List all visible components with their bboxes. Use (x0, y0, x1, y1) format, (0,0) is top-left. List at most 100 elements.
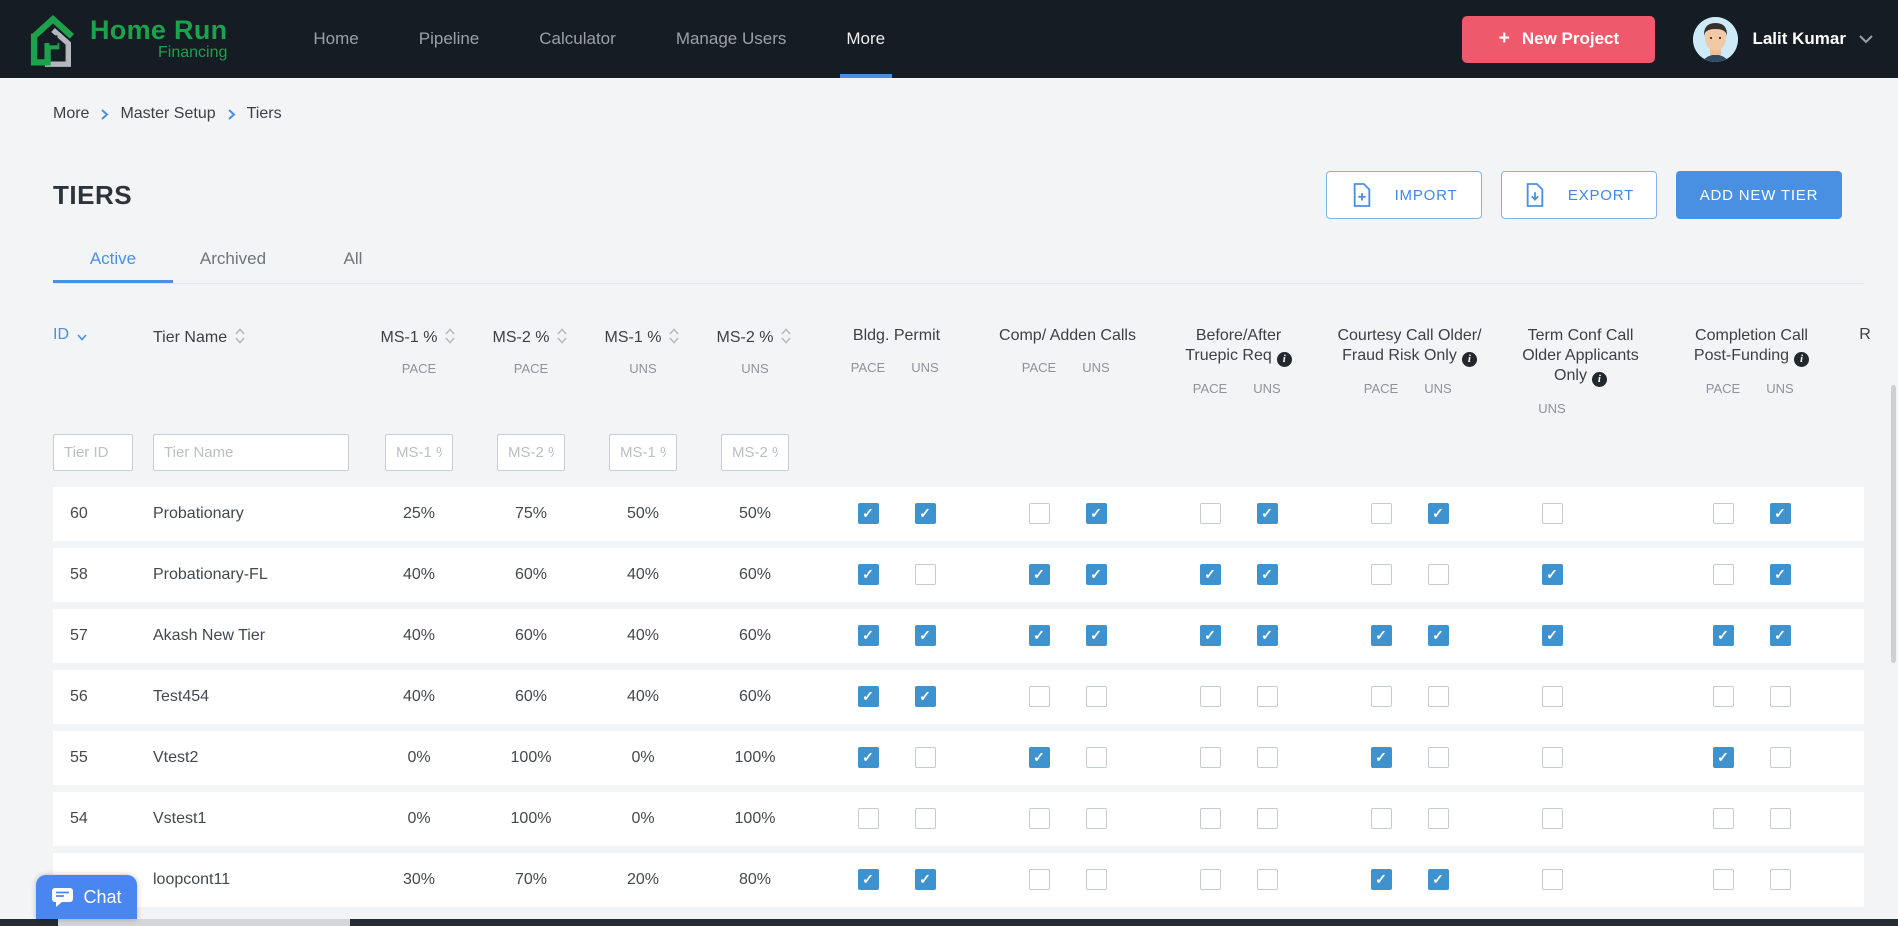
term_conf_call_older_applicants_only-uns-checkbox[interactable] (1541, 808, 1563, 829)
tab-active[interactable]: Active (53, 249, 173, 283)
horizontal-scrollbar-thumb[interactable] (58, 919, 350, 926)
comp_adden_calls-uns-checkbox[interactable] (1085, 625, 1107, 646)
courtesy_call_older_fraud_risk_only-pace-checkbox[interactable] (1370, 625, 1392, 646)
column-header-id[interactable]: ID (53, 326, 153, 344)
chat-button[interactable]: Chat (36, 875, 137, 919)
bldg_permit-pace-checkbox[interactable] (857, 503, 879, 524)
courtesy_call_older_fraud_risk_only-pace-checkbox[interactable] (1370, 686, 1392, 707)
comp_adden_calls-uns-checkbox[interactable] (1085, 686, 1107, 707)
completion_call_post_funding-pace-checkbox[interactable] (1712, 625, 1734, 646)
comp_adden_calls-uns-checkbox[interactable] (1085, 747, 1107, 768)
bldg_permit-pace-checkbox[interactable] (857, 808, 879, 829)
nav-item-manage-users[interactable]: Manage Users (646, 0, 817, 78)
nav-item-home[interactable]: Home (283, 0, 388, 78)
before_after_truepic_req-pace-checkbox[interactable] (1199, 686, 1221, 707)
term_conf_call_older_applicants_only-uns-checkbox[interactable] (1541, 625, 1563, 646)
bldg_permit-uns-checkbox[interactable] (914, 564, 936, 585)
user-menu-chevron-icon[interactable] (1858, 34, 1874, 44)
tab-archived[interactable]: Archived (173, 249, 293, 283)
before_after_truepic_req-uns-checkbox[interactable] (1256, 686, 1278, 707)
info-icon[interactable]: i (1591, 371, 1607, 387)
bldg_permit-pace-checkbox[interactable] (857, 747, 879, 768)
term_conf_call_older_applicants_only-uns-checkbox[interactable] (1541, 564, 1563, 585)
comp_adden_calls-pace-checkbox[interactable] (1028, 625, 1050, 646)
courtesy_call_older_fraud_risk_only-uns-checkbox[interactable] (1427, 808, 1449, 829)
completion_call_post_funding-uns-checkbox[interactable] (1769, 503, 1791, 524)
courtesy_call_older_fraud_risk_only-pace-checkbox[interactable] (1370, 747, 1392, 768)
completion_call_post_funding-pace-checkbox[interactable] (1712, 564, 1734, 585)
before_after_truepic_req-pace-checkbox[interactable] (1199, 625, 1221, 646)
filter-input-ms-1-4[interactable] (609, 433, 677, 471)
info-icon[interactable]: i (1276, 351, 1292, 367)
tab-all[interactable]: All (293, 249, 413, 283)
import-button[interactable]: IMPORT (1326, 171, 1482, 219)
comp_adden_calls-uns-checkbox[interactable] (1085, 808, 1107, 829)
courtesy_call_older_fraud_risk_only-uns-checkbox[interactable] (1427, 503, 1449, 524)
column-header-ms1_pace[interactable]: MS-1 % PACE (363, 326, 475, 376)
completion_call_post_funding-pace-checkbox[interactable] (1712, 808, 1734, 829)
filter-input-ms-1-2[interactable] (385, 433, 453, 471)
comp_adden_calls-uns-checkbox[interactable] (1085, 869, 1107, 890)
courtesy_call_older_fraud_risk_only-uns-checkbox[interactable] (1427, 564, 1449, 585)
courtesy_call_older_fraud_risk_only-uns-checkbox[interactable] (1427, 869, 1449, 890)
term_conf_call_older_applicants_only-uns-checkbox[interactable] (1541, 686, 1563, 707)
before_after_truepic_req-pace-checkbox[interactable] (1199, 869, 1221, 890)
filter-input-tier-id-0[interactable] (53, 433, 133, 471)
nav-item-more[interactable]: More (816, 0, 915, 78)
bldg_permit-uns-checkbox[interactable] (914, 808, 936, 829)
breadcrumb-item-tiers[interactable]: Tiers (247, 105, 282, 123)
before_after_truepic_req-uns-checkbox[interactable] (1256, 869, 1278, 890)
filter-input-ms-2-3[interactable] (497, 433, 565, 471)
before_after_truepic_req-pace-checkbox[interactable] (1199, 564, 1221, 585)
new-project-button[interactable]: + New Project (1462, 15, 1656, 63)
column-header-tier_name[interactable]: Tier Name (153, 326, 363, 347)
filter-input-ms-2-5[interactable] (721, 433, 789, 471)
bldg_permit-pace-checkbox[interactable] (857, 625, 879, 646)
info-icon[interactable]: i (1794, 351, 1810, 367)
bldg_permit-pace-checkbox[interactable] (857, 869, 879, 890)
courtesy_call_older_fraud_risk_only-pace-checkbox[interactable] (1370, 869, 1392, 890)
before_after_truepic_req-uns-checkbox[interactable] (1256, 808, 1278, 829)
info-icon[interactable]: i (1461, 351, 1477, 367)
completion_call_post_funding-pace-checkbox[interactable] (1712, 869, 1734, 890)
comp_adden_calls-uns-checkbox[interactable] (1085, 503, 1107, 524)
bldg_permit-uns-checkbox[interactable] (914, 747, 936, 768)
bldg_permit-pace-checkbox[interactable] (857, 564, 879, 585)
completion_call_post_funding-pace-checkbox[interactable] (1712, 503, 1734, 524)
completion_call_post_funding-uns-checkbox[interactable] (1769, 808, 1791, 829)
completion_call_post_funding-pace-checkbox[interactable] (1712, 747, 1734, 768)
courtesy_call_older_fraud_risk_only-uns-checkbox[interactable] (1427, 747, 1449, 768)
avatar[interactable] (1693, 16, 1739, 62)
completion_call_post_funding-pace-checkbox[interactable] (1712, 686, 1734, 707)
bldg_permit-uns-checkbox[interactable] (914, 686, 936, 707)
term_conf_call_older_applicants_only-uns-checkbox[interactable] (1541, 869, 1563, 890)
bldg_permit-uns-checkbox[interactable] (914, 503, 936, 524)
vertical-scrollbar-thumb[interactable] (1891, 385, 1896, 663)
bldg_permit-uns-checkbox[interactable] (914, 625, 936, 646)
completion_call_post_funding-uns-checkbox[interactable] (1769, 564, 1791, 585)
before_after_truepic_req-pace-checkbox[interactable] (1199, 808, 1221, 829)
bldg_permit-pace-checkbox[interactable] (857, 686, 879, 707)
comp_adden_calls-pace-checkbox[interactable] (1028, 747, 1050, 768)
brand-logo[interactable]: Home Run Financing (26, 10, 227, 68)
breadcrumb-item-more[interactable]: More (53, 105, 89, 123)
completion_call_post_funding-uns-checkbox[interactable] (1769, 869, 1791, 890)
comp_adden_calls-pace-checkbox[interactable] (1028, 503, 1050, 524)
comp_adden_calls-uns-checkbox[interactable] (1085, 564, 1107, 585)
completion_call_post_funding-uns-checkbox[interactable] (1769, 625, 1791, 646)
column-header-ms2_uns[interactable]: MS-2 % UNS (699, 326, 811, 376)
comp_adden_calls-pace-checkbox[interactable] (1028, 808, 1050, 829)
courtesy_call_older_fraud_risk_only-uns-checkbox[interactable] (1427, 625, 1449, 646)
term_conf_call_older_applicants_only-uns-checkbox[interactable] (1541, 747, 1563, 768)
nav-item-pipeline[interactable]: Pipeline (389, 0, 510, 78)
comp_adden_calls-pace-checkbox[interactable] (1028, 564, 1050, 585)
bldg_permit-uns-checkbox[interactable] (914, 869, 936, 890)
comp_adden_calls-pace-checkbox[interactable] (1028, 869, 1050, 890)
column-header-ms2_pace[interactable]: MS-2 % PACE (475, 326, 587, 376)
filter-input-tier-name-1[interactable] (153, 433, 349, 471)
courtesy_call_older_fraud_risk_only-pace-checkbox[interactable] (1370, 503, 1392, 524)
courtesy_call_older_fraud_risk_only-pace-checkbox[interactable] (1370, 564, 1392, 585)
export-button[interactable]: EXPORT (1501, 171, 1657, 219)
completion_call_post_funding-uns-checkbox[interactable] (1769, 686, 1791, 707)
comp_adden_calls-pace-checkbox[interactable] (1028, 686, 1050, 707)
